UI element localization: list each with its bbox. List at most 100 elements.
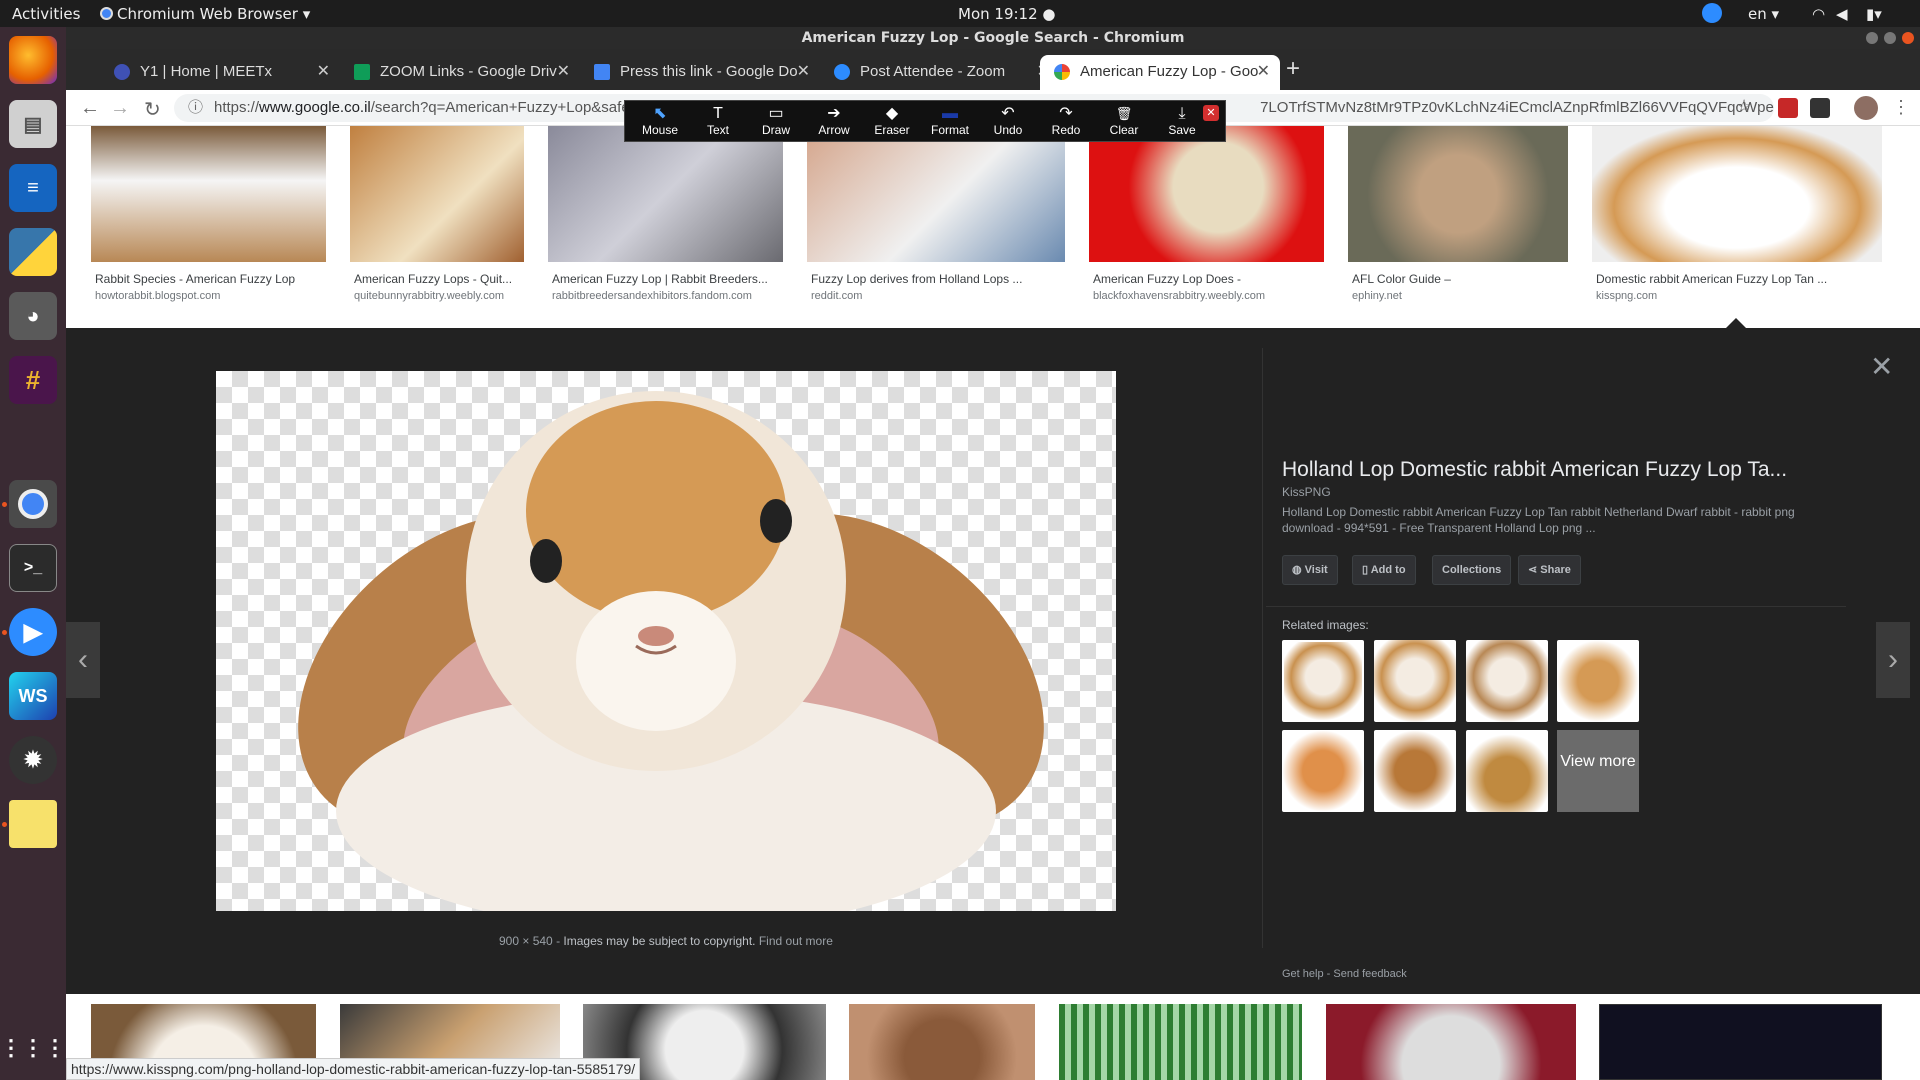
annotate-mouse-button[interactable]: ⬉ Mouse: [631, 105, 689, 137]
settings-gear-icon[interactable]: ✹: [9, 736, 57, 784]
gimp-icon[interactable]: ◕: [9, 292, 57, 340]
result-caption[interactable]: Domestic rabbit American Fuzzy Lop Tan .…: [1596, 272, 1881, 286]
bookmark-star-icon[interactable]: ☆: [1736, 96, 1752, 117]
show-applications-icon[interactable]: ⋮⋮⋮: [0, 1024, 66, 1072]
slack-icon[interactable]: #: [9, 356, 57, 404]
annotate-arrow-button[interactable]: ➔ Arrow: [805, 105, 863, 137]
annotate-eraser-label: Eraser: [874, 123, 910, 137]
send-feedback-link[interactable]: Send feedback: [1333, 968, 1406, 980]
annotate-draw-button[interactable]: ▭ Draw: [747, 105, 805, 137]
minimize-icon[interactable]: [1866, 32, 1878, 44]
result-thumbnail[interactable]: [807, 126, 1065, 262]
extension-icon[interactable]: [1778, 98, 1798, 118]
system-top-bar: Activities Chromium Web Browser ▾ Mon 19…: [0, 0, 1920, 27]
terminal-icon[interactable]: >_: [9, 544, 57, 592]
get-help-link[interactable]: Get help: [1282, 968, 1324, 980]
result-thumbnail[interactable]: [91, 126, 326, 262]
clock[interactable]: Mon 19:12 ●: [958, 5, 1056, 23]
close-preview-icon[interactable]: ✕: [1870, 350, 1893, 383]
find-out-more-link[interactable]: Find out more: [759, 934, 833, 948]
result-caption[interactable]: American Fuzzy Lops - Quit...: [354, 272, 524, 286]
result-thumbnail[interactable]: [1089, 126, 1324, 262]
annotate-undo-button[interactable]: ↶ Undo: [979, 105, 1037, 137]
result-thumbnail[interactable]: [1059, 1004, 1302, 1080]
sticky-notes-icon[interactable]: [9, 800, 57, 848]
preview-title[interactable]: Holland Lop Domestic rabbit American Fuz…: [1282, 458, 1822, 482]
tab-favicon-icon: [114, 64, 130, 81]
previous-image-button[interactable]: ‹: [66, 622, 100, 698]
result-thumbnail[interactable]: [350, 126, 524, 262]
related-image[interactable]: [1557, 640, 1639, 722]
result-thumbnail[interactable]: [849, 1004, 1035, 1080]
menu-kebab-icon[interactable]: ⋮: [1892, 97, 1910, 118]
related-image[interactable]: [1374, 730, 1456, 812]
share-button[interactable]: ⋖ Share: [1518, 555, 1581, 585]
tab-meetx[interactable]: Y1 | Home | MEETx ✕: [100, 55, 340, 90]
zoom-icon[interactable]: ▶: [9, 608, 57, 656]
window-close-icon[interactable]: [1902, 32, 1914, 44]
result-thumbnail[interactable]: [548, 126, 783, 262]
collections-button[interactable]: Collections: [1432, 555, 1512, 585]
extension-icon[interactable]: [1810, 98, 1830, 118]
activities-button[interactable]: Activities: [12, 5, 80, 23]
reload-button[interactable]: ↻: [144, 97, 161, 122]
wifi-icon[interactable]: ◠: [1812, 5, 1825, 23]
volume-icon[interactable]: ◀: [1836, 5, 1848, 23]
back-button[interactable]: ←: [80, 97, 100, 120]
tab-post-attendee-zoom[interactable]: Post Attendee - Zoom✕: [820, 55, 1060, 90]
tab-close-icon[interactable]: ✕: [557, 55, 570, 88]
tab-american-fuzzy-lop[interactable]: American Fuzzy Lop - Goo ✕: [1040, 55, 1280, 90]
result-thumbnail[interactable]: [1326, 1004, 1576, 1080]
result-caption[interactable]: Rabbit Species - American Fuzzy Lop: [95, 272, 325, 286]
annotate-redo-button[interactable]: ↷ Redo: [1037, 105, 1095, 137]
tab-close-icon[interactable]: ✕: [317, 55, 330, 88]
result-caption[interactable]: Fuzzy Lop derives from Holland Lops ...: [811, 272, 1061, 286]
result-caption[interactable]: AFL Color Guide –: [1352, 272, 1567, 286]
text-editor-icon[interactable]: ≡: [9, 164, 57, 212]
language-label: en: [1748, 5, 1767, 23]
view-more-button[interactable]: View more: [1557, 730, 1639, 812]
related-image[interactable]: [1466, 730, 1548, 812]
annotate-text-button[interactable]: T Text: [689, 105, 747, 137]
info-icon[interactable]: ⓘ: [188, 94, 203, 122]
annotate-format-button[interactable]: ▬ Format: [921, 105, 979, 137]
profile-avatar[interactable]: [1854, 96, 1878, 120]
battery-icon[interactable]: ▮▾: [1866, 5, 1882, 23]
language-indicator[interactable]: en ▾: [1748, 5, 1779, 23]
forward-button[interactable]: →: [110, 97, 130, 120]
annotation-close-icon[interactable]: ✕: [1203, 105, 1219, 121]
next-image-button[interactable]: ›: [1876, 622, 1910, 698]
webstorm-icon[interactable]: WS: [9, 672, 57, 720]
tab-zoom-links[interactable]: ZOOM Links - Google Driv ✕: [340, 55, 580, 90]
chromium-dock-icon[interactable]: [9, 480, 57, 528]
annotate-redo-label: Redo: [1051, 123, 1081, 137]
annotate-eraser-button[interactable]: ◆ Eraser: [863, 105, 921, 137]
add-to-button[interactable]: ▯ Add to: [1352, 555, 1416, 585]
tab-google-doc[interactable]: Press this link - Google Do ✕: [580, 55, 820, 90]
visit-button[interactable]: ◍ Visit: [1282, 555, 1338, 585]
zoom-tray-icon[interactable]: [1702, 3, 1722, 23]
new-tab-button[interactable]: +: [1286, 55, 1300, 83]
result-thumbnail-selected[interactable]: [1592, 126, 1882, 262]
tab-close-icon[interactable]: ✕: [797, 55, 810, 88]
result-caption[interactable]: American Fuzzy Lop Does -: [1093, 272, 1323, 286]
related-image[interactable]: [1374, 640, 1456, 722]
tab-label: Press this link - Google Do: [620, 63, 798, 80]
firefox-icon[interactable]: [9, 36, 57, 84]
app-menu[interactable]: Chromium Web Browser ▾: [100, 5, 310, 23]
selection-pointer: [1726, 318, 1746, 328]
related-image[interactable]: [1466, 640, 1548, 722]
result-thumbnail[interactable]: [1348, 126, 1568, 262]
result-thumbnail[interactable]: [1599, 1004, 1882, 1080]
annotate-mouse-label: Mouse: [641, 123, 679, 137]
python-icon[interactable]: [9, 228, 57, 276]
files-icon[interactable]: ▤: [9, 100, 57, 148]
annotate-clear-button[interactable]: 🗑 Clear: [1095, 105, 1153, 137]
related-image[interactable]: [1282, 730, 1364, 812]
result-caption[interactable]: American Fuzzy Lop | Rabbit Breeders...: [552, 272, 782, 286]
tab-close-icon[interactable]: ✕: [1257, 55, 1270, 88]
preview-image[interactable]: [216, 371, 1116, 911]
related-image[interactable]: [1282, 640, 1364, 722]
maximize-icon[interactable]: [1884, 32, 1896, 44]
preview-source[interactable]: KissPNG: [1282, 485, 1331, 499]
